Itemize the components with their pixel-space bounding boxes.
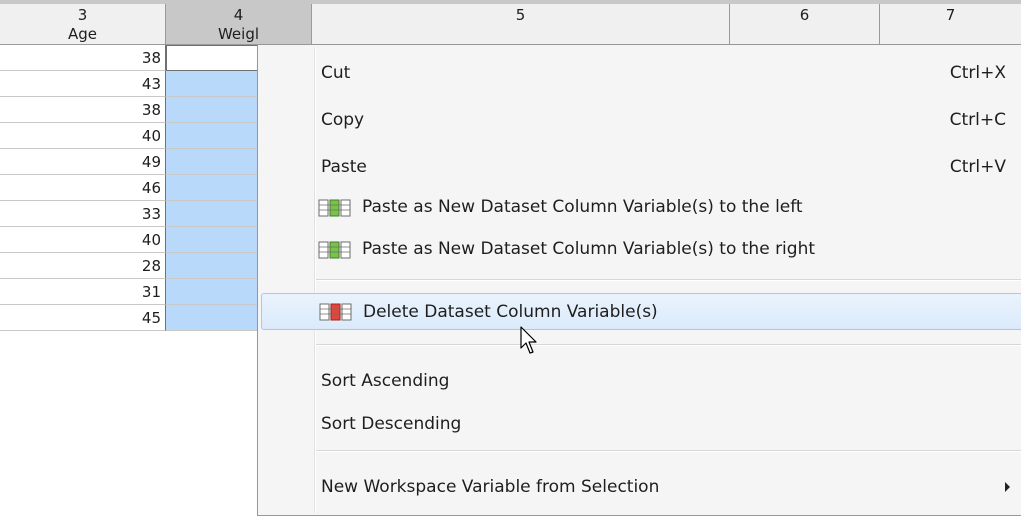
menu-item-paste-right[interactable]: Paste as New Dataset Column Variable(s) … <box>258 231 1021 268</box>
age-cell[interactable]: 49 <box>0 149 166 175</box>
menu-item-cut[interactable]: Cut Ctrl+X <box>258 55 1021 92</box>
column-number: 4 <box>233 6 244 24</box>
age-cell[interactable]: 33 <box>0 201 166 227</box>
column-header-6[interactable]: 6 <box>730 4 880 45</box>
menu-item-sort-ascending[interactable]: Sort Ascending <box>258 363 1021 400</box>
column-number: 3 <box>77 6 88 24</box>
menu-item-label: Paste as New Dataset Column Variable(s) … <box>362 197 803 217</box>
column-header-5[interactable]: 5 <box>312 4 730 45</box>
menu-separator <box>316 279 1021 281</box>
context-menu[interactable]: Cut Ctrl+X Copy Ctrl+C Paste Ctrl+V Past… <box>257 44 1021 516</box>
menu-item-label: Paste <box>321 157 367 177</box>
menu-item-label: Copy <box>321 110 365 130</box>
menu-separator <box>316 344 1021 346</box>
red-columns-icon <box>319 303 352 321</box>
green-columns-icon <box>318 199 351 217</box>
menu-item-paste[interactable]: Paste Ctrl+V <box>258 149 1021 186</box>
menu-item-new-workspace-variable[interactable]: New Workspace Variable from Selection <box>258 469 1021 506</box>
menu-item-label: Paste as New Dataset Column Variable(s) … <box>362 239 816 259</box>
age-cell[interactable]: 40 <box>0 123 166 149</box>
age-cell[interactable]: 45 <box>0 305 166 331</box>
menu-item-label: New Workspace Variable from Selection <box>321 477 660 497</box>
shortcut-label: Ctrl+C <box>949 110 1006 130</box>
age-cell[interactable]: 46 <box>0 175 166 201</box>
column-number: 6 <box>799 6 810 24</box>
age-cell[interactable]: 38 <box>0 97 166 123</box>
menu-item-copy[interactable]: Copy Ctrl+C <box>258 102 1021 139</box>
menu-item-sort-descending[interactable]: Sort Descending <box>258 406 1021 443</box>
column-header-4[interactable]: 4 Weigl <box>166 4 312 45</box>
column-number: 7 <box>945 6 956 24</box>
submenu-arrow-icon <box>1005 482 1010 492</box>
mouse-pointer-icon <box>520 326 537 354</box>
green-columns-icon <box>318 241 351 259</box>
column-name: Age <box>67 25 97 43</box>
menu-item-label: Sort Descending <box>321 414 462 434</box>
menu-item-label: Delete Dataset Column Variable(s) <box>363 302 658 322</box>
age-cell[interactable]: 31 <box>0 279 166 305</box>
menu-item-delete-columns[interactable]: Delete Dataset Column Variable(s) <box>261 293 1021 330</box>
column-number: 5 <box>515 6 526 24</box>
age-cell[interactable]: 38 <box>0 45 166 71</box>
age-cell[interactable]: 28 <box>0 253 166 279</box>
menu-item-paste-left[interactable]: Paste as New Dataset Column Variable(s) … <box>258 189 1021 226</box>
age-cell[interactable]: 43 <box>0 71 166 97</box>
column-name: Weigl <box>217 25 260 43</box>
menu-item-label: Cut <box>321 63 351 83</box>
age-cell[interactable]: 40 <box>0 227 166 253</box>
shortcut-label: Ctrl+X <box>949 63 1006 83</box>
column-header-3[interactable]: 3 Age <box>0 4 166 45</box>
menu-item-label: Sort Ascending <box>321 371 450 391</box>
column-header-7[interactable]: 7 <box>880 4 1021 45</box>
menu-separator <box>316 450 1021 452</box>
shortcut-label: Ctrl+V <box>949 157 1006 177</box>
